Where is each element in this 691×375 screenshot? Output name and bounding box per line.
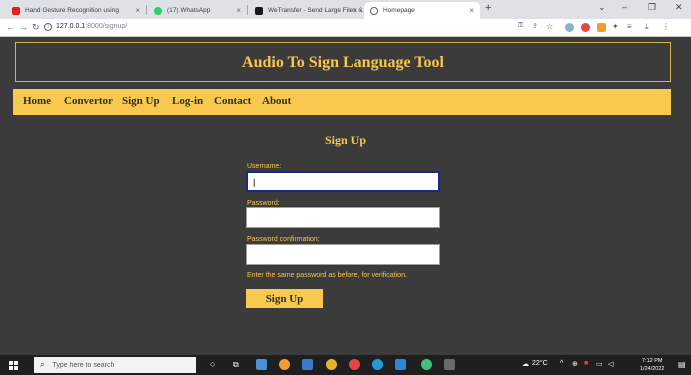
tray-app-icon[interactable]: ■ — [584, 360, 588, 367]
username-input[interactable] — [246, 171, 440, 192]
weather-icon[interactable]: ☁ — [522, 360, 529, 368]
nav-home[interactable]: Home — [23, 95, 51, 107]
search-icon: ⌕ — [40, 360, 45, 369]
taskbar-app-icon[interactable] — [421, 359, 432, 370]
battery-icon[interactable]: ▭ — [596, 360, 603, 368]
main-nav: Home Convertor Sign Up Log-in Contact Ab… — [13, 89, 671, 115]
taskbar-app-icon[interactable] — [302, 359, 313, 370]
back-arrow-icon[interactable]: ← — [6, 22, 15, 32]
minimize-icon[interactable]: – — [622, 2, 627, 12]
globe-favicon-icon — [370, 6, 378, 15]
taskbar-app-icon[interactable] — [444, 359, 455, 370]
close-tab-icon[interactable]: × — [469, 6, 474, 15]
whatsapp-favicon-icon — [154, 6, 162, 15]
tab-search-icon[interactable]: ⌄ — [598, 2, 606, 13]
download-icon[interactable]: ⤓ — [645, 22, 649, 32]
close-tab-icon[interactable]: × — [236, 6, 241, 15]
tab-title: Hand Gesture Recognition using — [25, 7, 119, 14]
page-content: Audio To Sign Language Tool Home Convert… — [0, 37, 691, 355]
tab-title: WeTransfer - Send Large Files & — [268, 7, 363, 14]
tab-title: (17) WhatsApp — [167, 7, 211, 14]
menu-dots-icon[interactable]: ⋮ — [662, 22, 670, 31]
taskbar-search-placeholder: Type here to search — [52, 361, 115, 369]
clock-date: 1/24/2022 — [640, 366, 665, 372]
windows-start-icon[interactable] — [9, 361, 18, 370]
tab-wetransfer[interactable]: WeTransfer - Send Large Files & × — [249, 2, 363, 19]
taskbar-app-icon[interactable] — [395, 359, 406, 370]
site-title: Audio To Sign Language Tool — [242, 54, 444, 71]
nav-convertor[interactable]: Convertor — [64, 95, 113, 107]
key-icon[interactable]: ⚿ — [518, 22, 523, 30]
close-tab-icon[interactable]: × — [352, 6, 357, 15]
taskbar-search[interactable]: ⌕ Type here to search — [34, 357, 196, 373]
clock-time: 7:12 PM — [641, 358, 663, 364]
taskbar-app-icon[interactable] — [256, 359, 267, 370]
new-tab-button[interactable]: + — [485, 2, 491, 14]
nav-log-in[interactable]: Log-in — [172, 95, 203, 107]
password-label: Password: — [247, 200, 280, 207]
url-path: :8000/signup/ — [85, 23, 128, 30]
form-title: Sign Up — [324, 133, 367, 147]
tab-title: Homepage — [383, 7, 415, 14]
close-window-icon[interactable]: ✕ — [675, 2, 683, 13]
task-view-icon[interactable]: ⧉ — [233, 360, 239, 370]
nav-sign-up[interactable]: Sign Up — [122, 95, 160, 107]
reload-icon[interactable]: ↻ — [32, 22, 40, 33]
weather-temp[interactable]: 22°C — [532, 360, 548, 367]
nav-contact[interactable]: Contact — [214, 95, 251, 107]
tray-chevron-icon[interactable]: ^ — [560, 360, 563, 367]
tab-separator — [146, 5, 147, 15]
address-bar-row: ← → ↻ i 127.0.0.1:8000/signup/ ⚿ ⇪ ☆ ✦ ≡… — [0, 19, 691, 37]
browser-tab-bar: Hand Gesture Recognition using × (17) Wh… — [0, 0, 691, 19]
taskbar-app-icon[interactable] — [279, 359, 290, 370]
password-input[interactable] — [246, 207, 440, 228]
sign-up-button[interactable]: Sign Up — [246, 289, 323, 308]
wetransfer-favicon-icon — [255, 6, 263, 15]
password-confirm-input[interactable] — [246, 244, 440, 265]
taskbar-app-icon[interactable] — [326, 359, 337, 370]
edge-icon[interactable] — [372, 359, 383, 370]
extension-icon[interactable] — [565, 23, 574, 32]
username-label: Username: — [247, 163, 282, 170]
extensions-puzzle-icon[interactable]: ✦ — [612, 22, 619, 31]
chrome-icon[interactable] — [349, 359, 360, 370]
site-banner: Audio To Sign Language Tool — [15, 42, 671, 82]
tab-homepage[interactable]: Homepage × — [364, 2, 480, 19]
notifications-icon[interactable]: ▤ — [678, 360, 686, 369]
password-confirm-label: Password confirmation: — [247, 236, 320, 243]
maximize-icon[interactable]: ❐ — [648, 2, 656, 13]
reading-list-icon[interactable]: ≡ — [627, 22, 632, 31]
forward-arrow-icon[interactable]: → — [19, 22, 28, 32]
windows-taskbar: ⌕ Type here to search ○ ⧉ ☁ 22°C ^ ⊕ ■ ▭… — [0, 355, 691, 375]
extension-orange-icon[interactable] — [597, 23, 606, 32]
password-hint: Enter the same password as before, for v… — [247, 272, 407, 279]
cortana-icon[interactable]: ○ — [210, 359, 215, 369]
url-host: 127.0.0.1 — [56, 23, 86, 30]
youtube-favicon-icon — [12, 6, 20, 15]
nav-about[interactable]: About — [262, 95, 291, 107]
tab-whatsapp[interactable]: (17) WhatsApp × — [148, 2, 247, 19]
bookmark-star-icon[interactable]: ☆ — [546, 22, 553, 31]
tab-separator — [247, 5, 248, 15]
url-field[interactable]: 127.0.0.1:8000/signup/ — [56, 23, 127, 30]
close-tab-icon[interactable]: × — [135, 6, 140, 15]
system-clock[interactable]: 7:12 PM 1/24/2022 — [640, 357, 664, 373]
tab-hand-gesture[interactable]: Hand Gesture Recognition using × — [6, 2, 146, 19]
share-icon[interactable]: ⇪ — [532, 22, 538, 30]
extension-red-icon[interactable] — [581, 23, 590, 32]
network-icon[interactable]: ⊕ — [572, 360, 578, 368]
site-info-icon[interactable]: i — [44, 23, 52, 31]
volume-icon[interactable]: ◁ — [608, 360, 613, 368]
